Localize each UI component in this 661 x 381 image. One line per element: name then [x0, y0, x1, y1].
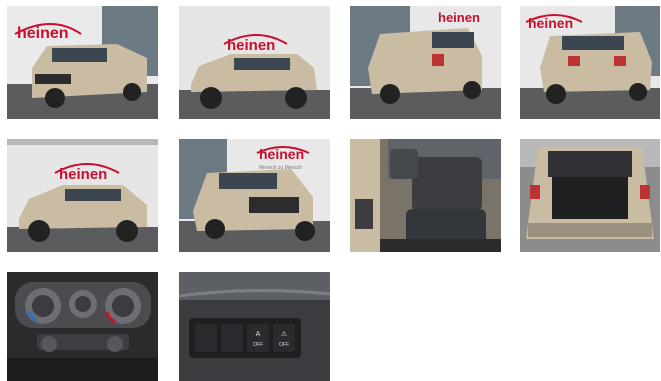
- auto-stop-button-label: A: [256, 331, 261, 338]
- open-trunk-image: [520, 139, 660, 252]
- car-side-left-image: heinen: [179, 6, 330, 119]
- auto-stop-off-label: OFF: [253, 342, 263, 348]
- dealer-logo-text: heinen: [227, 37, 275, 54]
- dealer-logo-text: heinen: [259, 146, 304, 162]
- photo-thumbnail-10[interactable]: A OFF ⚠ OFF: [179, 272, 330, 381]
- photo-thumbnail-2[interactable]: heinen: [179, 6, 330, 119]
- photo-thumbnail-5[interactable]: heinen: [7, 139, 158, 252]
- dealer-logo-text: heinen: [17, 25, 69, 42]
- photo-thumbnail-8[interactable]: [520, 139, 660, 252]
- car-front-left-image: heinen: [7, 6, 158, 119]
- photo-thumbnail-1[interactable]: heinen: [7, 6, 158, 119]
- dashboard-switches-image: A OFF ⚠ OFF: [179, 272, 330, 381]
- photo-thumbnail-4[interactable]: heinen: [520, 6, 660, 119]
- climate-control-image: [7, 272, 158, 381]
- dealer-logo-text: heinen: [438, 10, 480, 25]
- car-rear-left-image: heinen: [350, 6, 501, 119]
- car-rear-image: heinen: [520, 6, 660, 119]
- dealer-logo-text: heinen: [59, 166, 107, 183]
- svg-text:⚠: ⚠: [281, 330, 287, 338]
- photo-thumbnail-6[interactable]: heinen Mensch zu Mensch: [179, 139, 330, 252]
- photo-thumbnail-9[interactable]: [7, 272, 158, 381]
- photo-thumbnail-3[interactable]: heinen: [350, 6, 501, 119]
- esp-off-label: OFF: [279, 342, 289, 348]
- dealer-logo-text: heinen: [528, 15, 573, 31]
- rear-seats-image: [350, 139, 501, 252]
- car-front-image: heinen Mensch zu Mensch: [179, 139, 330, 252]
- photo-thumbnail-7[interactable]: [350, 139, 501, 252]
- car-profile-left-image: heinen: [7, 139, 158, 252]
